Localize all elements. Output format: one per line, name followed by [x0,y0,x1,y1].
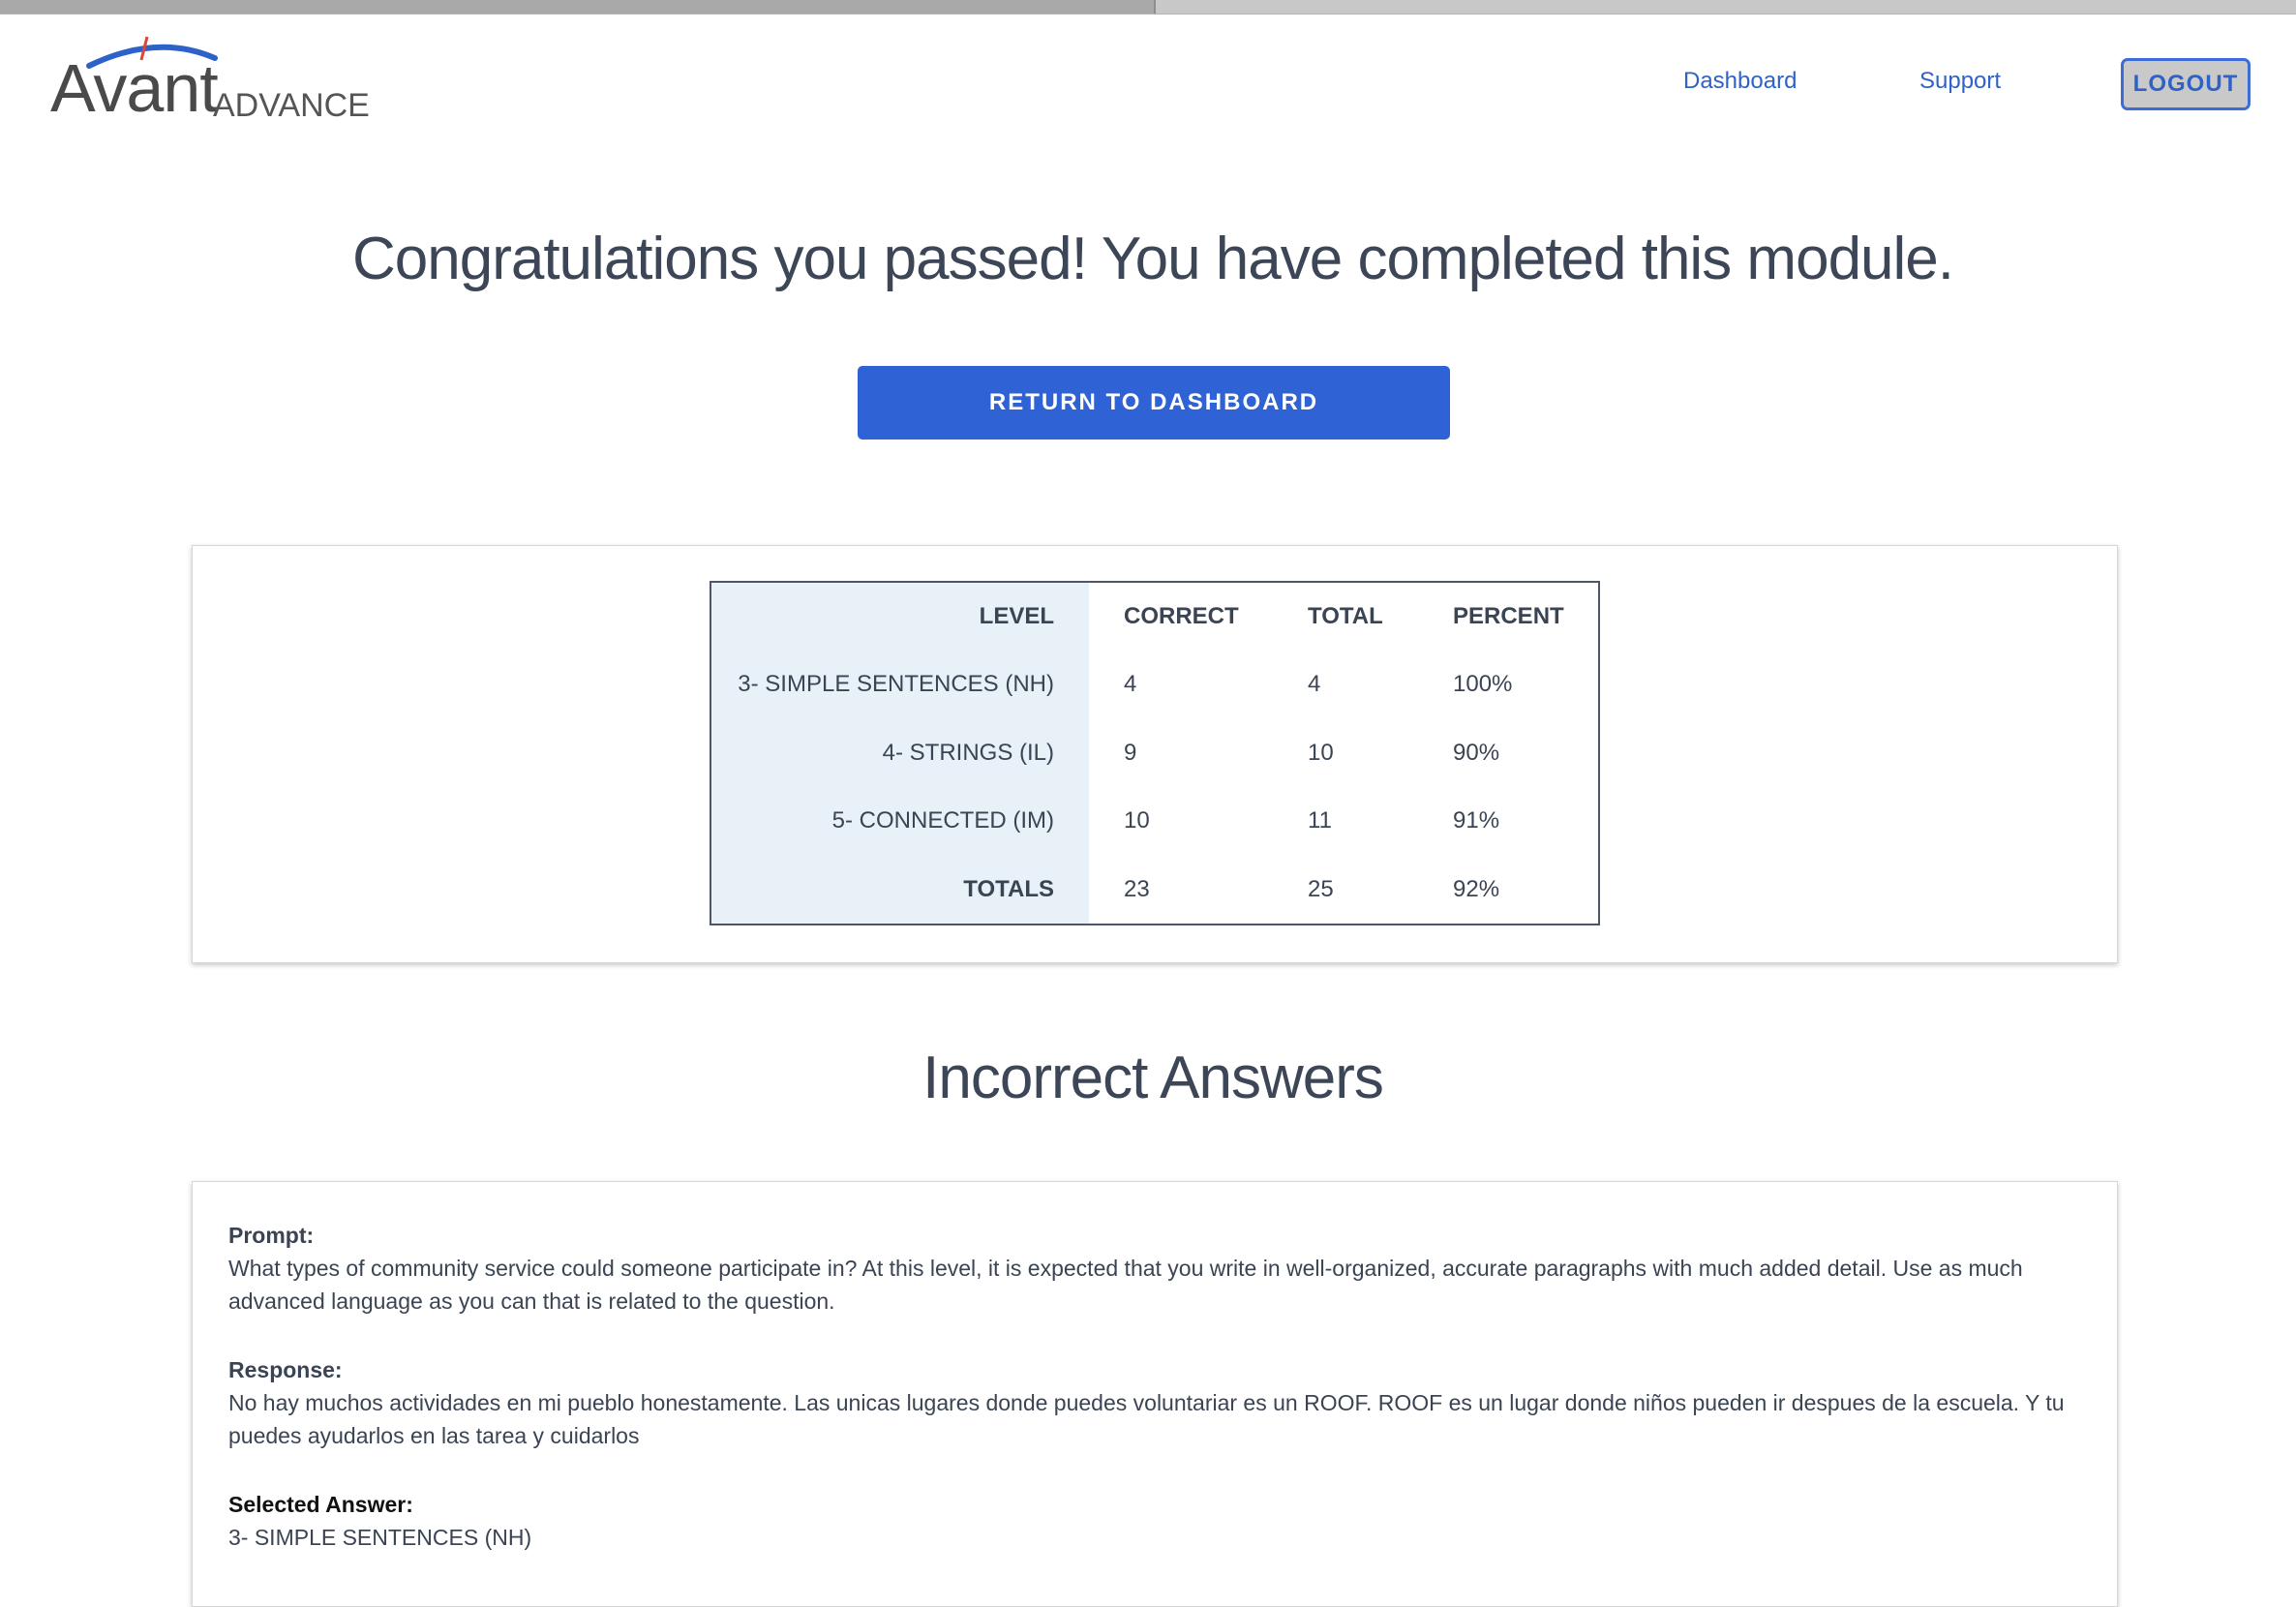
header-total: TOTAL [1308,603,1383,629]
results-table: LEVEL CORRECT TOTAL PERCENT 3- SIMPLE SE… [710,581,1600,925]
table-row: 5- CONNECTED (IM) 10 11 91% [710,786,1599,856]
incorrect-answers-heading: Incorrect Answers [922,1045,1384,1111]
percent-cell: 91% [1453,807,1500,834]
logout-button[interactable]: LOGOUT [2121,58,2251,110]
percent-cell: 100% [1453,671,1513,698]
congrats-heading: Congratulations you passed! You have com… [351,226,1954,292]
response-text: No hay muchos actividades en mi pueblo h… [228,1390,2065,1448]
prompt-label: Prompt: [228,1223,315,1248]
brand-subtitle: ADVANCE [213,87,370,124]
total-cell: 10 [1308,739,1334,766]
percent-cell: 90% [1453,739,1500,766]
header-correct: CORRECT [1124,603,1239,629]
totals-total: 25 [1308,875,1334,902]
site-header: Avant ADVANCE Dashboard Support LOGOUT [0,14,2296,122]
header-percent: PERCENT [1453,603,1564,629]
table-row: 4- STRINGS (IL) 9 10 90% [710,718,1599,787]
total-cell: 11 [1308,807,1332,834]
brand-name: Avant [50,50,219,126]
header-level: LEVEL [710,582,1089,651]
nav-dashboard-link[interactable]: Dashboard [1683,68,1797,95]
browser-tab-strip [0,0,1156,14]
selected-answer-text: 3- SIMPLE SENTENCES (NH) [228,1525,532,1550]
nav-support-link[interactable]: Support [1919,68,2001,95]
browser-top-strip [0,0,2296,15]
table-row: 3- SIMPLE SENTENCES (NH) 4 4 100% [710,651,1599,719]
results-card: LEVEL CORRECT TOTAL PERCENT 3- SIMPLE SE… [192,545,2118,963]
level-cell: 3- SIMPLE SENTENCES (NH) [710,651,1089,719]
return-to-dashboard-button[interactable]: RETURN TO DASHBOARD [858,366,1450,440]
totals-label: TOTALS [710,855,1089,925]
level-cell: 4- STRINGS (IL) [710,718,1089,787]
avant-logo[interactable]: Avant ADVANCE [50,33,370,130]
totals-percent: 92% [1453,875,1500,902]
total-cell: 4 [1308,671,1321,698]
incorrect-answer-card: Prompt: What types of community service … [192,1181,2118,1607]
totals-correct: 23 [1124,875,1150,902]
selected-answer-block: Selected Answer: 3- SIMPLE SENTENCES (NH… [228,1488,2068,1554]
correct-cell: 10 [1124,807,1150,834]
prompt-text: What types of community service could so… [228,1256,2023,1314]
prompt-block: Prompt: What types of community service … [228,1219,2068,1318]
totals-row: TOTALS 23 25 92% [710,855,1599,925]
correct-cell: 9 [1124,739,1137,766]
selected-answer-label: Selected Answer: [228,1492,413,1517]
answer-content: Prompt: What types of community service … [228,1219,2068,1590]
level-cell: 5- CONNECTED (IM) [710,786,1089,856]
response-block: Response: No hay muchos actividades en m… [228,1353,2068,1452]
correct-cell: 4 [1124,671,1137,698]
response-label: Response: [228,1357,343,1382]
results-header-row: LEVEL CORRECT TOTAL PERCENT [710,582,1599,651]
